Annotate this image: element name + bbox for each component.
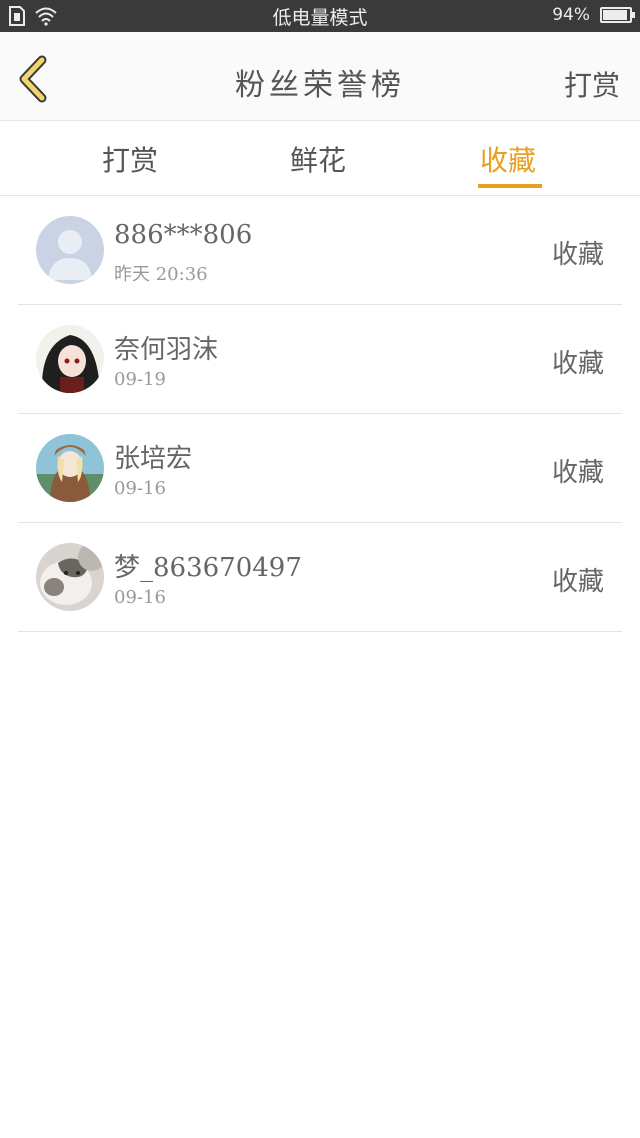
avatar — [36, 543, 104, 611]
list-item[interactable]: 886***806 昨天 20:36 收藏 — [18, 196, 622, 305]
page-title: 粉丝荣誉榜 — [235, 68, 405, 103]
default-avatar-icon — [36, 216, 104, 284]
power-mode-label: 低电量模式 — [272, 7, 368, 29]
tab-reward[interactable]: 打赏 — [102, 139, 158, 179]
anime-avatar — [36, 325, 104, 393]
favorite-label: 收藏 — [551, 458, 604, 488]
fan-name: 886***806 — [114, 220, 253, 250]
status-bar: 低电量模式 94% — [0, 0, 640, 32]
list-item[interactable]: 梦_863670497 09-16 收藏 — [18, 523, 622, 632]
favorite-label: 收藏 — [551, 567, 604, 597]
battery-fill — [603, 10, 628, 20]
fan-time: 09-19 — [114, 369, 166, 390]
tab-bar: 打赏 鲜花 收藏 — [0, 121, 640, 196]
fan-name: 奈何羽沫 — [114, 335, 219, 365]
favorite-label: 收藏 — [551, 349, 604, 379]
favorite-label: 收藏 — [551, 240, 604, 270]
fan-name: 张培宏 — [114, 444, 193, 474]
list-item[interactable]: 张培宏 09-16 收藏 — [18, 414, 622, 523]
tab-flowers[interactable]: 鲜花 — [290, 139, 346, 179]
active-tab-indicator — [478, 184, 542, 188]
fan-time: 09-16 — [114, 478, 166, 499]
fan-time: 昨天 20:36 — [114, 264, 208, 285]
tab-favorites[interactable]: 收藏 — [480, 139, 536, 179]
top-header: 粉丝荣誉榜 打赏 — [0, 32, 640, 121]
avatar — [36, 434, 104, 502]
reward-button[interactable]: 打赏 — [564, 64, 620, 104]
avatar — [36, 325, 104, 393]
fan-name: 梦_863670497 — [114, 553, 302, 583]
battery-icon — [600, 7, 635, 23]
cat-avatar — [36, 543, 104, 611]
fan-list: 886***806 昨天 20:36 收藏 奈何羽沫 09-19 收藏 张培宏 … — [0, 196, 640, 632]
battery-percent: 94% — [552, 5, 590, 25]
avatar — [36, 216, 104, 284]
list-item[interactable]: 奈何羽沫 09-19 收藏 — [18, 305, 622, 414]
fan-time: 09-16 — [114, 587, 166, 608]
anime-avatar — [36, 434, 104, 502]
battery-status: 94% — [552, 5, 635, 25]
